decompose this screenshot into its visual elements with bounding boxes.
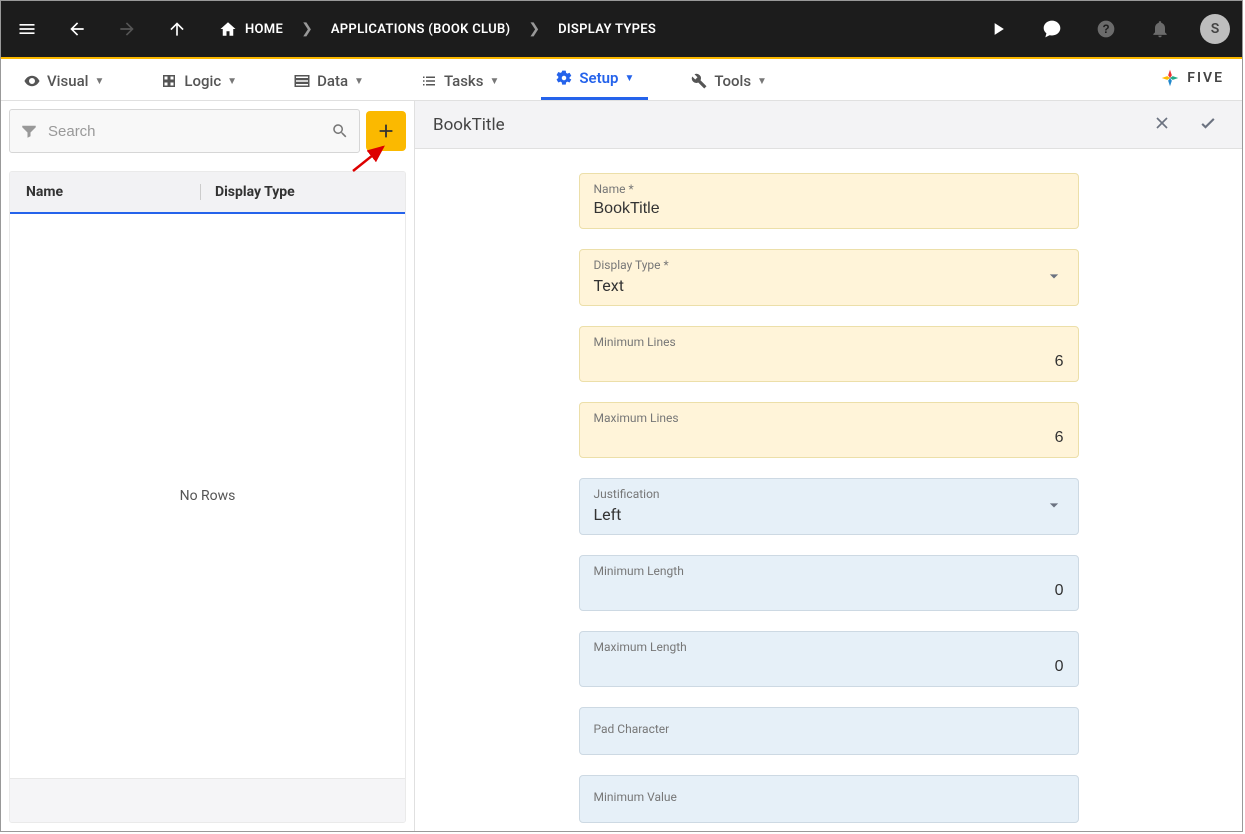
max-lines-input[interactable] — [594, 429, 1064, 447]
field-min-value[interactable]: Minimum Value — [579, 775, 1079, 823]
chevron-right-icon: ❯ — [301, 21, 313, 37]
field-min-lines[interactable]: Minimum Lines — [579, 326, 1079, 382]
list-header: Name Display Type — [10, 172, 405, 214]
add-button[interactable] — [366, 111, 406, 151]
profile-avatar[interactable]: S — [1200, 14, 1230, 44]
chevron-down-icon — [1044, 495, 1064, 519]
details-title: BookTitle — [433, 115, 505, 135]
up-icon[interactable] — [163, 15, 191, 43]
tab-tools[interactable]: Tools▼ — [676, 64, 781, 100]
crumb-display-types[interactable]: DISPLAY TYPES — [558, 22, 656, 37]
svg-text:?: ? — [1102, 23, 1109, 36]
back-icon[interactable] — [63, 15, 91, 43]
bell-icon[interactable] — [1146, 15, 1174, 43]
brand-logo: FIVE — [1159, 67, 1224, 89]
tab-visual[interactable]: Visual▼ — [9, 64, 118, 100]
filter-icon — [20, 122, 38, 140]
hamburger-icon[interactable] — [13, 15, 41, 43]
help-icon[interactable]: ? — [1092, 15, 1120, 43]
forward-icon — [113, 15, 141, 43]
field-max-lines[interactable]: Maximum Lines — [579, 402, 1079, 458]
field-max-length[interactable]: Maximum Length — [579, 631, 1079, 687]
search-icon — [331, 122, 349, 140]
field-min-length[interactable]: Minimum Length — [579, 555, 1079, 611]
list-footer — [10, 778, 405, 822]
min-length-input[interactable] — [594, 582, 1064, 600]
list-empty: No Rows — [10, 214, 405, 778]
justification-value: Left — [594, 505, 1064, 524]
tab-data[interactable]: Data▼ — [279, 64, 378, 100]
confirm-button[interactable] — [1192, 107, 1224, 142]
field-pad-character[interactable]: Pad Character — [579, 707, 1079, 755]
chevron-down-icon — [1044, 266, 1064, 290]
list: Name Display Type No Rows — [9, 171, 406, 823]
name-input[interactable] — [594, 200, 1064, 218]
field-justification[interactable]: Justification Left — [579, 478, 1079, 535]
breadcrumb: HOME ❯ APPLICATIONS (BOOK CLUB) ❯ DISPLA… — [219, 20, 656, 38]
tab-tasks[interactable]: Tasks▼ — [406, 64, 513, 100]
field-name[interactable]: Name * — [579, 173, 1079, 229]
topbar: HOME ❯ APPLICATIONS (BOOK CLUB) ❯ DISPLA… — [1, 1, 1242, 57]
col-name[interactable]: Name — [26, 184, 200, 200]
max-length-input[interactable] — [594, 658, 1064, 676]
crumb-applications[interactable]: APPLICATIONS (BOOK CLUB) — [331, 22, 511, 37]
search-input[interactable] — [48, 123, 331, 140]
chat-icon[interactable] — [1038, 15, 1066, 43]
play-icon[interactable] — [984, 15, 1012, 43]
col-display-type[interactable]: Display Type — [200, 184, 389, 200]
min-lines-input[interactable] — [594, 353, 1064, 371]
tab-logic[interactable]: Logic▼ — [146, 64, 251, 100]
close-button[interactable] — [1146, 107, 1178, 142]
menubar: Visual▼ Logic▼ Data▼ Tasks▼ Setup▼ Tools… — [1, 59, 1242, 101]
details-header: BookTitle — [415, 101, 1242, 149]
tab-setup[interactable]: Setup▼ — [541, 61, 648, 100]
chevron-right-icon: ❯ — [528, 21, 540, 37]
search-box[interactable] — [9, 109, 360, 153]
display-type-value: Text — [594, 276, 1064, 295]
field-display-type[interactable]: Display Type * Text — [579, 249, 1079, 306]
crumb-home[interactable]: HOME — [219, 20, 283, 38]
